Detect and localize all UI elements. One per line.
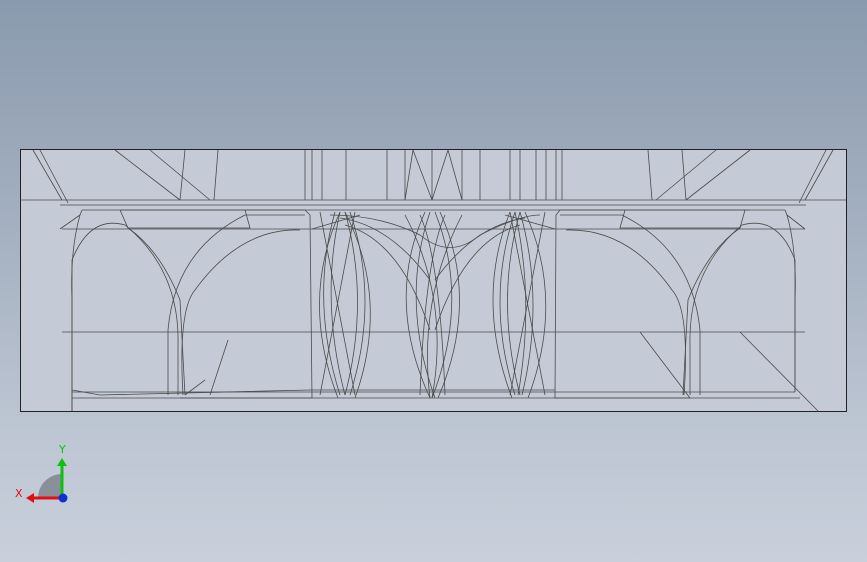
x-axis-arrowhead [26,493,34,503]
model-outline [20,149,847,412]
y-axis-arrowhead [57,458,67,466]
x-axis-label: X [15,487,23,500]
graphics-viewport[interactable]: X Y [0,0,867,562]
triad-plane-quarter [38,474,62,498]
z-axis-dot [58,493,68,503]
wireframe-model[interactable] [0,0,867,562]
y-axis-label: Y [59,443,66,456]
